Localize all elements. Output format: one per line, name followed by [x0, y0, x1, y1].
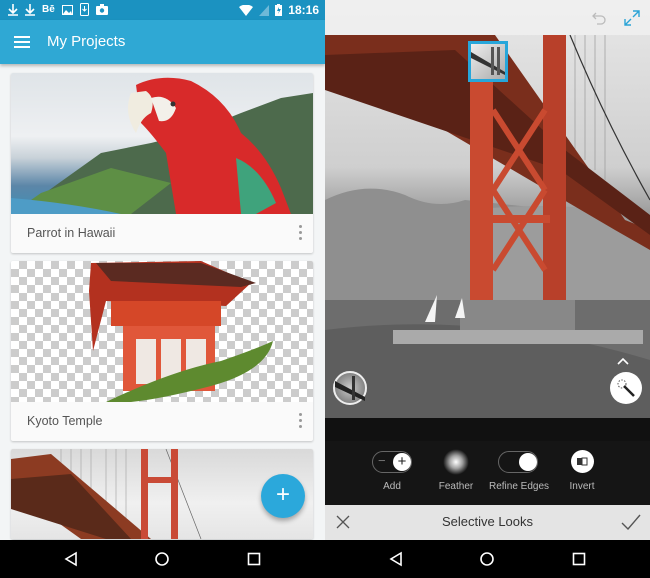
project-card[interactable]: Parrot in Hawaii [11, 73, 313, 253]
project-thumbnail[interactable] [11, 261, 313, 402]
status-bar: Bē 18:16 [0, 0, 325, 20]
tool-label: Feather [438, 481, 474, 492]
tool-bar: − + Add Feather Refine Edges Invert [325, 441, 650, 505]
my-projects-screen: Bē 18:16 My Projects Parrot in Hawaii Ky… [0, 0, 325, 578]
project-title: Kyoto Temple [27, 414, 103, 428]
look-preview-thumbnail[interactable] [468, 41, 508, 82]
wifi-icon [239, 4, 254, 16]
chevron-up-icon[interactable] [616, 357, 630, 365]
app-bar: My Projects [0, 20, 325, 64]
image-icon [61, 4, 73, 15]
add-project-button[interactable]: + [261, 474, 305, 518]
add-subtract-toggle[interactable]: − + [372, 451, 412, 473]
editor-top-bar [325, 0, 650, 35]
feather-icon [443, 449, 469, 475]
kyoto-temple-image [89, 261, 273, 402]
page-title: My Projects [47, 33, 126, 50]
project-thumbnail[interactable] [11, 73, 313, 214]
refine-edges-toggle[interactable] [498, 451, 538, 473]
parrot-hawaii-image [11, 77, 313, 214]
invert-icon [571, 450, 594, 473]
tool-label: Refine Edges [488, 481, 550, 492]
no-signal-icon [259, 4, 270, 16]
check-icon[interactable] [621, 514, 641, 530]
selective-looks-editor: − + Add Feather Refine Edges Invert Sele… [325, 0, 650, 578]
minus-icon: − [378, 453, 386, 468]
editor-bottom-bar: Selective Looks [325, 505, 650, 540]
tool-label: Add [383, 481, 401, 492]
recent-apps-icon[interactable] [571, 551, 587, 567]
back-icon[interactable] [63, 551, 79, 567]
overflow-menu-icon[interactable] [297, 225, 303, 241]
download-icon [8, 3, 18, 16]
battery-icon [275, 4, 283, 16]
tool-label: Invert [569, 481, 595, 492]
original-look-button[interactable] [333, 371, 367, 405]
behance-icon: Bē [42, 3, 55, 15]
magic-wand-button[interactable] [610, 372, 642, 404]
clock: 18:16 [288, 3, 319, 17]
overflow-menu-icon[interactable] [297, 413, 303, 429]
editor-title: Selective Looks [441, 514, 534, 529]
camera-icon [95, 4, 108, 15]
plus-icon: + [393, 453, 411, 471]
system-nav-bar [0, 540, 325, 578]
project-card[interactable]: Kyoto Temple [11, 261, 313, 441]
back-icon[interactable] [388, 551, 404, 567]
phone-download-icon [79, 3, 89, 16]
recent-apps-icon[interactable] [246, 551, 262, 567]
download-icon [25, 3, 35, 16]
magic-wand-icon [617, 379, 635, 397]
home-icon[interactable] [479, 551, 495, 567]
system-nav-bar [325, 540, 650, 578]
fullscreen-icon[interactable] [624, 10, 640, 26]
project-title: Parrot in Hawaii [27, 226, 116, 240]
home-icon[interactable] [154, 551, 170, 567]
menu-icon[interactable] [14, 36, 30, 48]
undo-icon[interactable] [592, 10, 608, 26]
